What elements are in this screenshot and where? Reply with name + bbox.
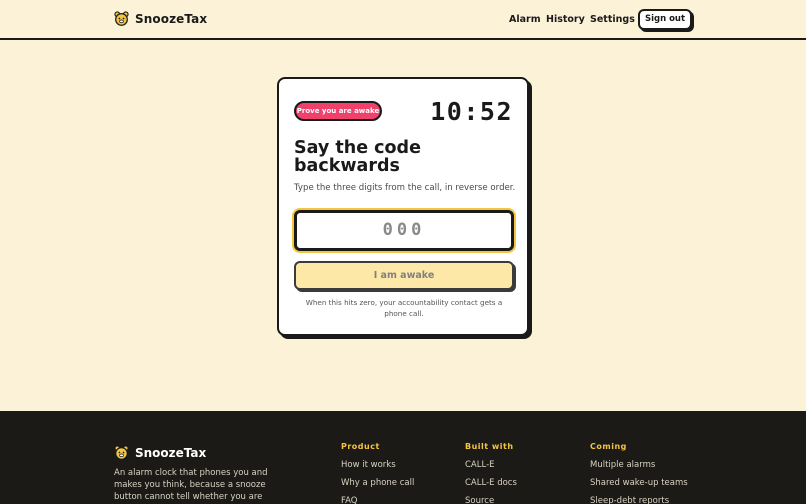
footer-column-coming: Coming Multiple alarms Shared wake-up te… xyxy=(590,442,688,504)
footer: SnoozeTax An alarm clock that phones you… xyxy=(0,411,806,504)
card-subtitle: Type the three digits from the call, in … xyxy=(294,183,516,193)
footer-link[interactable]: CALL-E docs xyxy=(465,478,517,488)
i-am-awake-button[interactable]: I am awake xyxy=(294,261,514,290)
top-bar: SnoozeTax Alarm History Settings Sign ou… xyxy=(0,0,806,40)
footer-link[interactable]: Why a phone call xyxy=(341,478,414,488)
footer-link[interactable]: CALL-E xyxy=(465,460,517,470)
brand-name: SnoozeTax xyxy=(135,11,208,26)
nav-alarm[interactable]: Alarm xyxy=(509,14,541,25)
countdown-timer: 10:52 xyxy=(430,97,513,126)
footer-link[interactable]: Source xyxy=(465,496,517,504)
footer-heading: Coming xyxy=(590,442,627,451)
bear-icon xyxy=(114,11,129,26)
challenge-card: Prove you are awake 10:52 Say the code b… xyxy=(277,77,529,336)
footer-link[interactable]: Shared wake-up teams xyxy=(590,478,688,488)
footer-column-built-with: Built with CALL-E CALL-E docs Source xyxy=(465,442,517,504)
nav-history[interactable]: History xyxy=(546,14,585,25)
footer-heading: Product xyxy=(341,442,380,451)
bear-icon xyxy=(114,445,129,460)
card-title: Say the code backwards xyxy=(294,138,421,176)
footer-brand-name: SnoozeTax xyxy=(135,445,207,460)
footer-link[interactable]: Multiple alarms xyxy=(590,460,688,470)
footer-heading: Built with xyxy=(465,442,514,451)
brand-logo[interactable]: SnoozeTax xyxy=(114,11,207,26)
footer-brand[interactable]: SnoozeTax xyxy=(114,445,206,460)
footer-link[interactable]: Sleep-debt reports xyxy=(590,496,688,504)
status-badge: Prove you are awake xyxy=(294,101,382,121)
footer-column-product: Product How it works Why a phone call FA… xyxy=(341,442,414,504)
footer-description: An alarm clock that phones you and makes… xyxy=(114,468,268,502)
code-input[interactable]: 000 xyxy=(294,210,514,251)
footer-link[interactable]: How it works xyxy=(341,460,414,470)
nav-settings[interactable]: Settings xyxy=(590,14,635,25)
footer-link[interactable]: FAQ xyxy=(341,496,414,504)
warning-note: When this hits zero, your accountability… xyxy=(305,298,503,318)
sign-out-button[interactable]: Sign out xyxy=(638,9,692,30)
